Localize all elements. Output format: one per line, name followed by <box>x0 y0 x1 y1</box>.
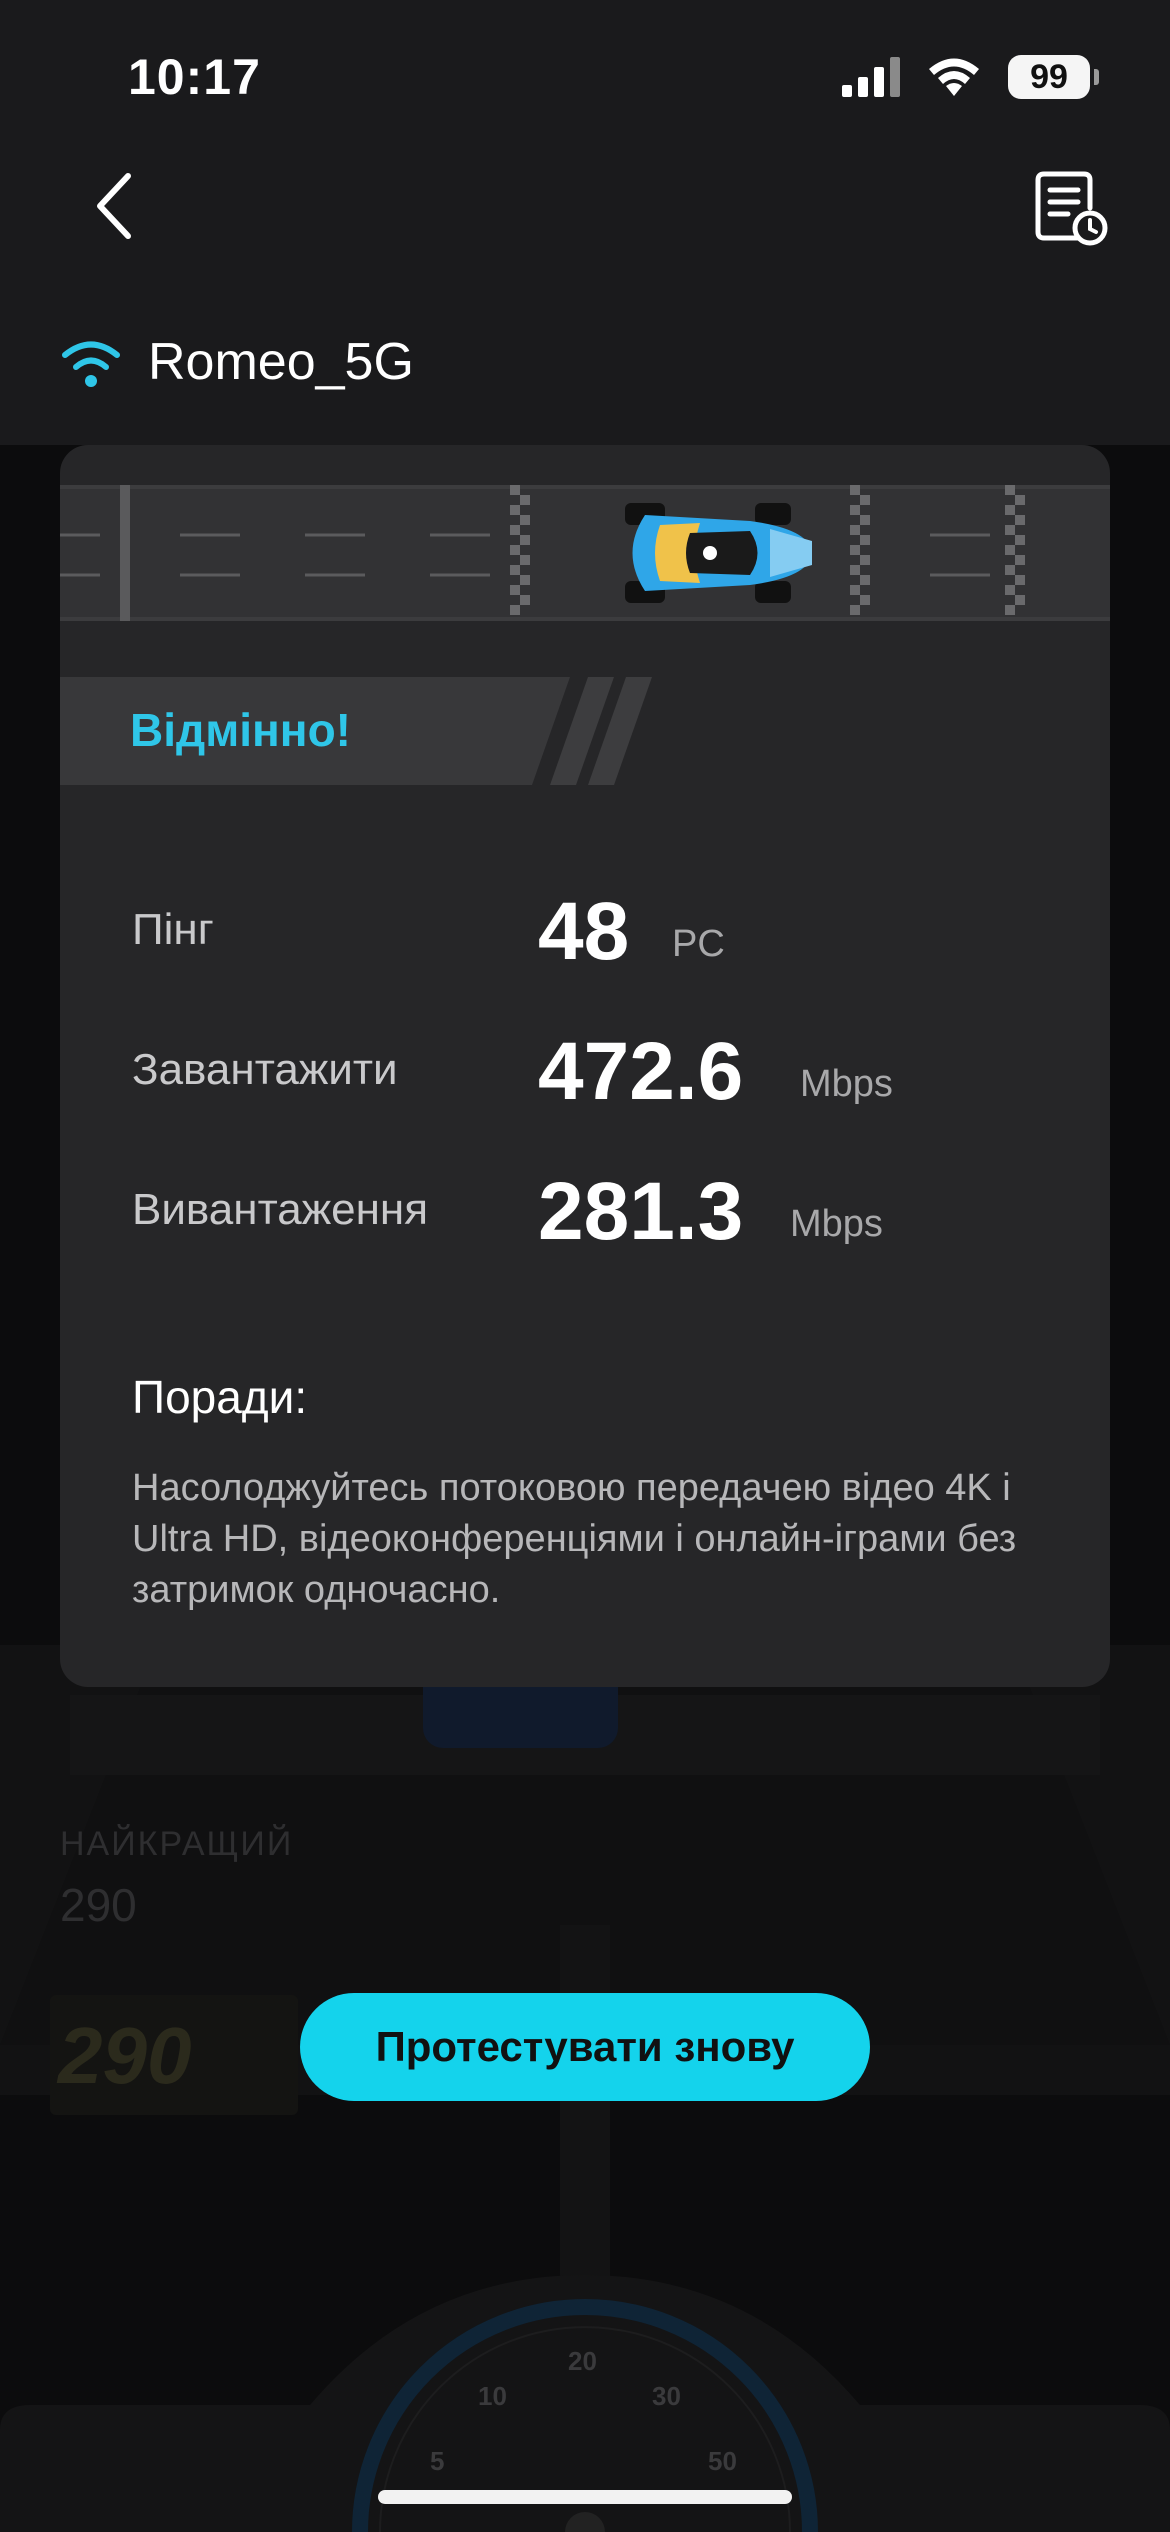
tips-text: Насолоджуйтесь потоковою передачею відео… <box>132 1467 1017 1611</box>
retest-button[interactable]: Протестувати знову <box>300 1993 870 2101</box>
ping-unit: PC <box>672 923 725 965</box>
upload-label: Вивантаження <box>132 1185 429 1234</box>
battery-indicator: 99 <box>1008 55 1099 99</box>
wifi-icon <box>929 58 979 96</box>
gauge-tick-10: 10 <box>478 2381 507 2411</box>
status-time: 10:17 <box>128 49 261 105</box>
gauge-tick-50: 50 <box>708 2446 737 2476</box>
top-bar: 10:17 99 Romeo_5G <box>0 0 1170 445</box>
gauge-tick-30: 30 <box>652 2381 681 2411</box>
status-icons: 99 <box>842 52 1099 102</box>
best-result-value: 290 <box>60 1879 137 1931</box>
chevron-left-icon <box>97 173 131 239</box>
network-row: Romeo_5G <box>60 332 414 392</box>
ping-value: 48 <box>538 886 630 977</box>
best-result-label: НАЙКРАЩИЙ <box>60 1825 294 1863</box>
download-label: Завантажити <box>132 1045 398 1094</box>
download-unit: Mbps <box>800 1063 893 1105</box>
wifi-icon <box>62 341 120 387</box>
upload-unit: Mbps <box>790 1203 883 1245</box>
ping-label: Пінг <box>132 905 214 954</box>
history-button[interactable] <box>1030 168 1110 248</box>
upload-value: 281.3 <box>538 1166 744 1257</box>
result-card: Відмінно! Пінг 48 PC Завантажити 472.6 M… <box>60 445 1110 1687</box>
network-name: Romeo_5G <box>148 333 414 391</box>
back-button[interactable] <box>88 168 148 244</box>
race-track-banner <box>60 485 1110 621</box>
speed-display-value: 290 <box>58 2011 192 2100</box>
battery-level: 99 <box>1030 57 1068 96</box>
cellular-signal-icon <box>842 57 900 97</box>
rating-label: Відмінно! <box>130 704 351 756</box>
download-value: 472.6 <box>538 1026 744 1117</box>
gauge-tick-20: 20 <box>568 2346 597 2376</box>
history-report-icon <box>1035 171 1108 246</box>
tips-title: Поради: <box>132 1371 308 1423</box>
home-indicator[interactable] <box>378 2490 792 2504</box>
gauge-tick-5: 5 <box>430 2446 444 2476</box>
